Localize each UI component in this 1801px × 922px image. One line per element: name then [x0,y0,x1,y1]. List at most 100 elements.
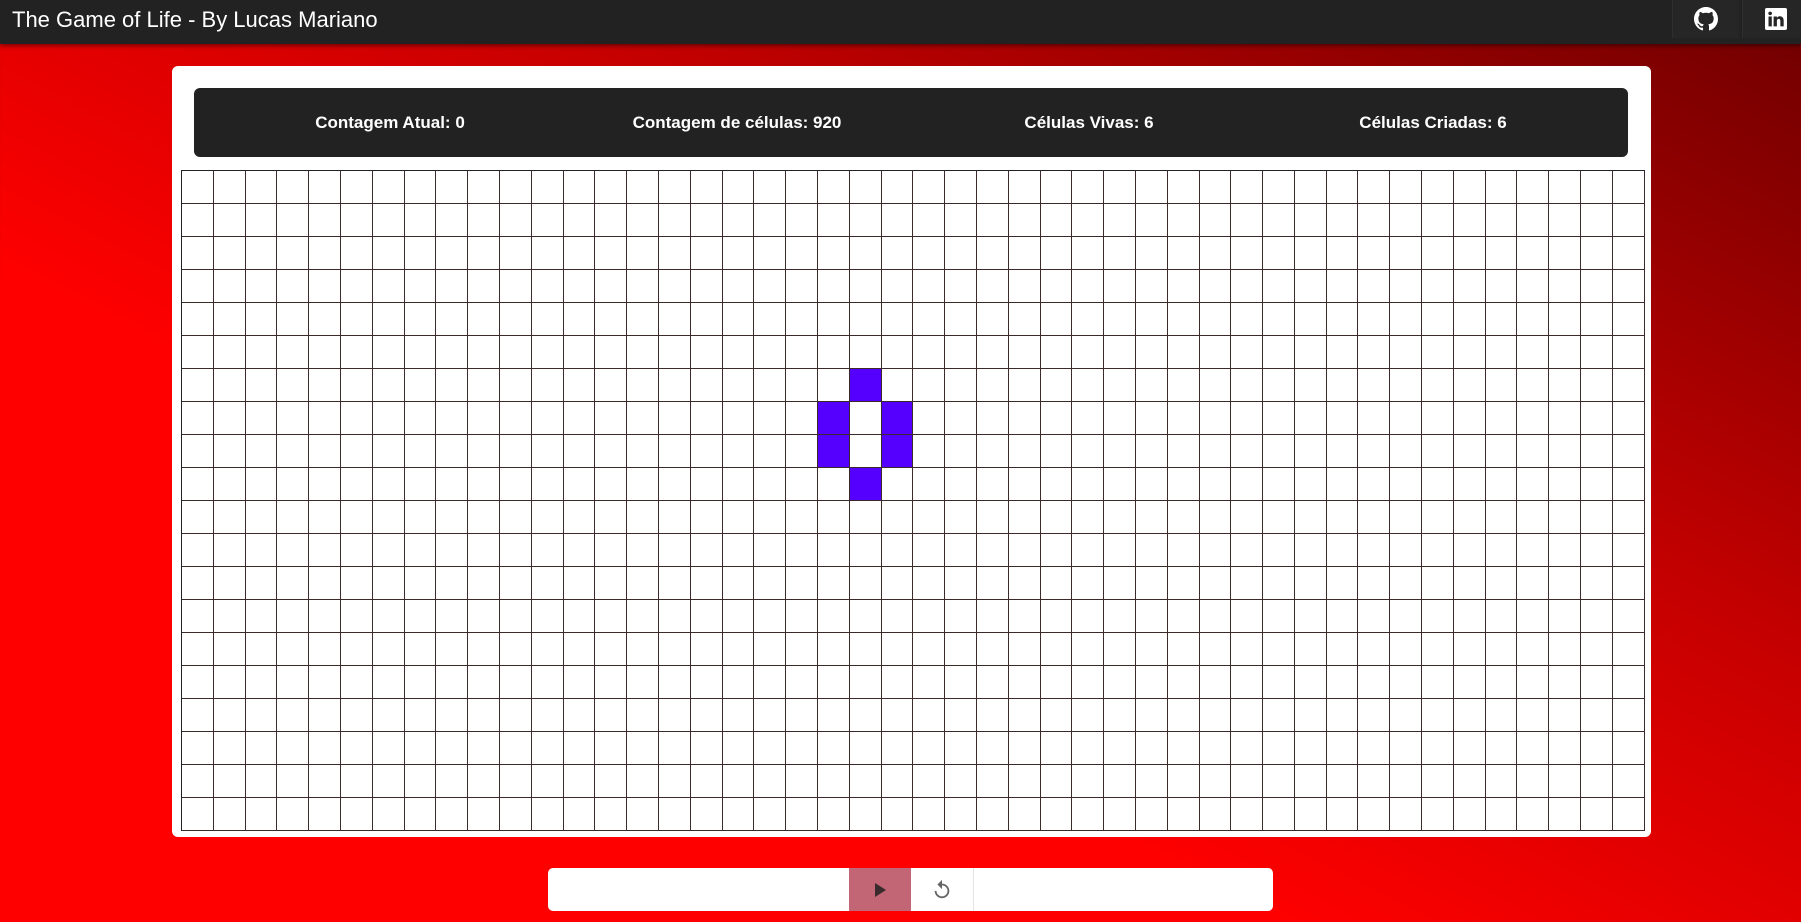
grid-cell[interactable] [1390,600,1423,633]
grid-cell[interactable] [913,435,946,468]
grid-cell[interactable] [1517,402,1550,435]
grid-cell[interactable] [722,336,755,369]
grid-cell[interactable] [1135,666,1168,699]
grid-cell[interactable] [436,237,469,270]
grid-cell[interactable] [627,369,659,402]
grid-cell[interactable] [722,567,755,600]
grid-cell[interactable] [1358,798,1391,831]
grid-cell[interactable] [1453,237,1486,270]
grid-cell[interactable] [690,699,723,732]
grid-cell[interactable] [976,600,1009,633]
grid-cell[interactable] [340,270,373,303]
grid-cell[interactable] [627,303,659,336]
grid-cell[interactable] [245,765,278,798]
grid-cell[interactable] [1135,633,1168,666]
grid-cell[interactable] [1390,633,1423,666]
grid-cell[interactable] [277,204,310,237]
grid-cell[interactable] [1453,303,1486,336]
grid-cell[interactable] [499,270,532,303]
grid-cell[interactable] [468,468,500,501]
grid-cell[interactable] [468,303,500,336]
grid-cell[interactable] [213,765,246,798]
grid-cell[interactable] [1581,633,1613,666]
grid-cell[interactable] [690,600,723,633]
grid-cell[interactable] [1231,402,1264,435]
grid-cell[interactable] [1581,435,1613,468]
grid-cell[interactable] [1104,435,1136,468]
grid-cell[interactable] [309,765,341,798]
grid-cell[interactable] [372,237,405,270]
grid-cell[interactable] [754,336,787,369]
grid-cell[interactable] [1231,369,1264,402]
grid-cell[interactable] [1453,435,1486,468]
grid-cell[interactable] [690,567,723,600]
grid-cell[interactable] [690,171,723,204]
grid-cell[interactable] [436,501,469,534]
grid-cell[interactable] [563,171,596,204]
grid-cell[interactable] [849,600,882,633]
grid-cell[interactable] [690,270,723,303]
grid-cell[interactable] [1104,204,1136,237]
grid-cell[interactable] [1231,501,1264,534]
grid-cell[interactable] [499,402,532,435]
grid-cell[interactable] [913,402,946,435]
grid-cell[interactable] [1263,567,1295,600]
grid-cell[interactable] [1231,534,1264,567]
grid-cell[interactable] [786,765,818,798]
grid-cell[interactable] [499,600,532,633]
grid-cell[interactable] [468,435,500,468]
grid-cell[interactable] [1167,666,1200,699]
grid-cell[interactable] [786,435,818,468]
grid-cell[interactable] [595,204,628,237]
grid-cell[interactable] [945,303,977,336]
grid-cell[interactable] [1612,435,1645,468]
grid-cell[interactable] [1199,303,1232,336]
grid-cell[interactable] [722,633,755,666]
grid-cell[interactable] [213,336,246,369]
grid-cell[interactable] [340,303,373,336]
grid-cell[interactable] [340,534,373,567]
grid-cell[interactable] [1453,402,1486,435]
grid-cell[interactable] [1422,303,1454,336]
grid-cell[interactable] [945,402,977,435]
grid-cell[interactable] [1422,270,1454,303]
grid-cell[interactable] [913,534,946,567]
grid-cell[interactable] [1167,633,1200,666]
grid-cell[interactable] [817,600,850,633]
grid-cell[interactable] [786,402,818,435]
grid-cell[interactable] [945,336,977,369]
grid-cell[interactable] [182,369,214,402]
grid-cell[interactable] [1135,237,1168,270]
grid-cell[interactable] [1612,204,1645,237]
grid-cell[interactable] [1612,567,1645,600]
grid-cell[interactable] [1517,435,1550,468]
grid-cell[interactable] [1263,402,1295,435]
grid-cell[interactable] [722,798,755,831]
grid-cell[interactable] [499,633,532,666]
grid-cell[interactable] [1549,468,1582,501]
grid-cell[interactable] [182,402,214,435]
grid-cell[interactable] [277,402,310,435]
grid-cell[interactable] [945,633,977,666]
grid-cell[interactable] [817,369,850,402]
grid-cell[interactable] [1453,534,1486,567]
grid-cell[interactable] [1390,567,1423,600]
grid-cell[interactable] [658,435,691,468]
grid-cell[interactable] [1549,534,1582,567]
grid-cell[interactable] [1549,501,1582,534]
grid-cell[interactable] [1326,765,1359,798]
grid-cell[interactable] [404,798,437,831]
grid-cell[interactable] [182,303,214,336]
grid-cell[interactable] [1358,204,1391,237]
grid-cell[interactable] [1581,732,1613,765]
grid-cell[interactable] [1326,633,1359,666]
grid-cell[interactable] [658,270,691,303]
grid-cell[interactable] [849,699,882,732]
grid-cell[interactable] [1135,798,1168,831]
grid-cell[interactable] [913,204,946,237]
grid-cell[interactable] [627,237,659,270]
grid-cell[interactable] [849,798,882,831]
grid-cell[interactable] [1072,600,1105,633]
grid-cell[interactable] [1517,204,1550,237]
grid-cell[interactable] [1294,171,1327,204]
